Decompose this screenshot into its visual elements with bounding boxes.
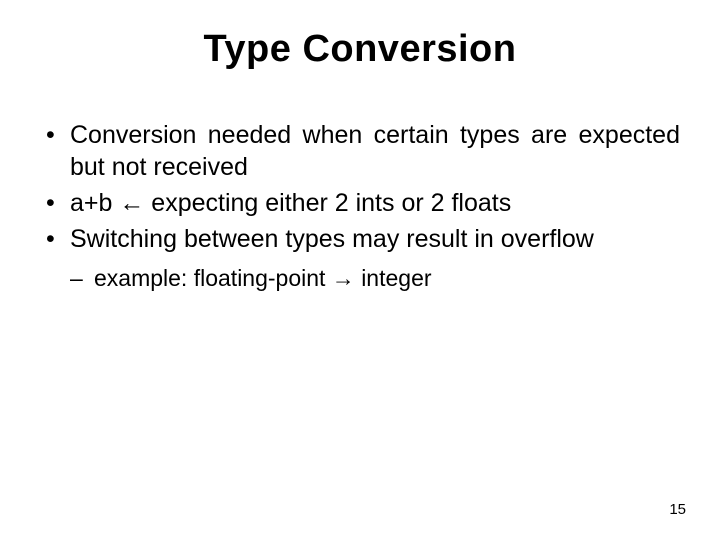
slide-title: Type Conversion xyxy=(40,28,680,71)
slide: Type Conversion Conversion needed when c… xyxy=(0,0,720,540)
sub-bullet-list: example: floating-point → integer xyxy=(40,265,680,292)
bullet-item: a+b ← expecting either 2 ints or 2 float… xyxy=(40,187,680,219)
sub-bullet-item: example: floating-point → integer xyxy=(40,265,680,292)
bullet-list: Conversion needed when certain types are… xyxy=(40,119,680,255)
page-number: 15 xyxy=(669,501,686,518)
bullet-item: Conversion needed when certain types are… xyxy=(40,119,680,183)
bullet-item: Switching between types may result in ov… xyxy=(40,223,680,255)
